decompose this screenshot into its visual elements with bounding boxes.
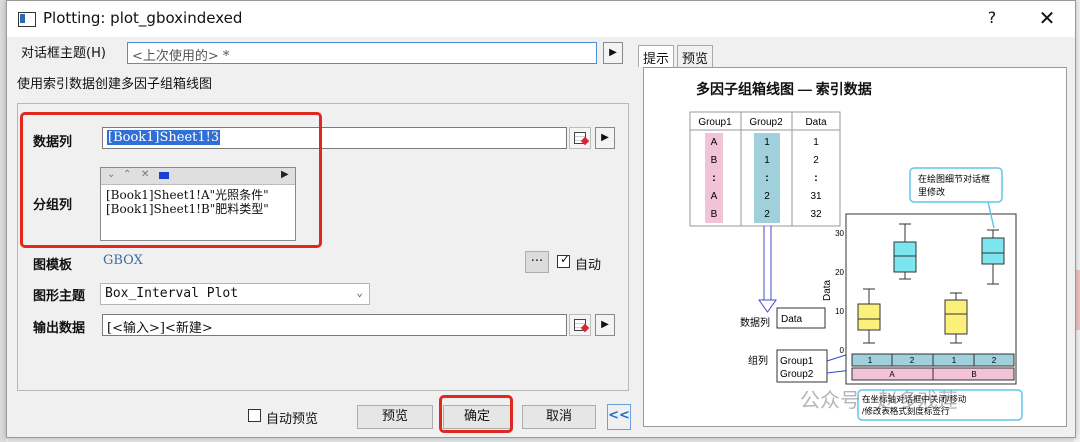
graph-theme-label: 图形主题: [33, 289, 86, 304]
title-bar: Plotting: plot_gboxindexed ? ✕: [7, 1, 1075, 37]
close-button[interactable]: ✕: [1035, 6, 1059, 30]
table-cell: 1: [764, 155, 770, 166]
table-header: Group2: [749, 117, 783, 128]
template-more-button[interactable]: ···: [525, 251, 549, 273]
collapse-button[interactable]: <<: [607, 404, 631, 430]
theme-menu-button[interactable]: ▶: [603, 42, 623, 64]
window-title: Plotting: plot_gboxindexed: [43, 9, 243, 27]
table-cell: B: [711, 209, 718, 220]
callout-top-text: 在绘图细节对话框: [918, 173, 990, 184]
mini-box-chart: Data 30 20 10 0 1 2 1 2 A B: [822, 213, 1017, 385]
cancel-button[interactable]: 取消: [522, 405, 596, 429]
x-label-1: 2: [992, 356, 997, 365]
data-col-picker-icon[interactable]: [569, 127, 591, 149]
table-cell: B: [711, 155, 718, 166]
table-cell: :: [712, 172, 716, 184]
hint-label-group: 组列: [748, 354, 768, 367]
hint-label-data: 数据列: [740, 316, 770, 329]
output-menu-button[interactable]: ▶: [595, 314, 615, 336]
auto-preview-label: 自动预览: [266, 412, 319, 427]
group-col-label: 分组列: [33, 198, 73, 213]
graph-theme-value: Box_Interval Plot: [105, 286, 239, 301]
table-cell: A: [711, 191, 718, 202]
table-cell: A: [711, 137, 718, 148]
y-axis-title: Data: [822, 279, 833, 301]
chevron-down-icon: ⌄: [356, 286, 363, 299]
ok-button[interactable]: 确定: [443, 405, 511, 429]
y-tick: 10: [835, 307, 844, 316]
table-cell: 1: [813, 137, 819, 148]
hint-diagram: 多因子组箱线图 — 索引数据 Group1 Group2 Data A 1 1 …: [689, 81, 1023, 421]
x-label-2: A: [889, 370, 895, 379]
hint-box-data: Data: [781, 314, 803, 325]
output-input[interactable]: [<输入>]<新建>: [102, 314, 567, 336]
output-label: 输出数据: [33, 321, 86, 336]
y-tick: 30: [835, 229, 844, 238]
arrow-icon: [758, 226, 777, 313]
template-value[interactable]: GBOX: [103, 253, 143, 268]
template-label: 图模板: [33, 258, 73, 273]
x-label-1: 1: [868, 356, 873, 365]
output-picker-icon[interactable]: [569, 314, 591, 336]
tab-hint[interactable]: 提示: [638, 45, 675, 67]
tab-preview[interactable]: 预览: [677, 45, 714, 67]
table-cell: 31: [810, 191, 822, 202]
data-col-input[interactable]: [Book1]Sheet1!3: [102, 127, 567, 149]
table-cell: 32: [810, 209, 822, 220]
table-header: Data: [805, 117, 827, 128]
select-icon[interactable]: [159, 172, 169, 179]
dialog-description: 使用索引数据创建多因子组箱线图: [17, 77, 213, 92]
data-col-menu-button[interactable]: ▶: [595, 127, 615, 149]
table-header: Group1: [698, 117, 732, 128]
x-label-1: 2: [910, 356, 915, 365]
hint-box-group1: Group1: [780, 356, 814, 367]
x-label-2: B: [971, 370, 976, 379]
table-cell: 2: [764, 209, 770, 220]
auto-label: 自动: [575, 258, 602, 273]
table-cell: :: [814, 172, 818, 184]
x-label-1: 1: [952, 356, 957, 365]
watermark: 公众号 · 赵多戏莲: [800, 390, 958, 412]
group-col-list[interactable]: ⌄ ⌃ ✕ ▶ [Book1]Sheet1!A"光照条件" [Book1]She…: [100, 167, 296, 241]
remove-icon[interactable]: ✕: [141, 169, 149, 180]
list-item[interactable]: [Book1]Sheet1!B"肥料类型": [101, 202, 295, 216]
expand-icon[interactable]: ▶: [281, 169, 289, 180]
y-tick: 0: [840, 346, 845, 355]
hint-box-group2: Group2: [780, 369, 814, 380]
hint-panel: 多因子组箱线图 — 索引数据 Group1 Group2 Data A 1 1 …: [643, 67, 1067, 427]
data-col-value: [Book1]Sheet1!3: [107, 130, 221, 145]
theme-field[interactable]: <上次使用的> *: [127, 42, 597, 64]
move-down-icon[interactable]: ⌄: [107, 169, 115, 180]
callout-top-text-2: 里修改: [918, 186, 945, 197]
theme-label: 对话框主题(H): [21, 46, 106, 61]
list-toolbar: ⌄ ⌃ ✕ ▶: [101, 168, 295, 185]
hint-title: 多因子组箱线图 — 索引数据: [696, 81, 872, 97]
preview-button[interactable]: 预览: [357, 405, 433, 429]
sample-table: Group1 Group2 Data A 1 1 B 1 2 : : : A 2…: [689, 111, 841, 227]
help-button[interactable]: ?: [980, 8, 1004, 27]
graph-theme-select[interactable]: Box_Interval Plot ⌄: [100, 283, 370, 305]
plotting-dialog: Plotting: plot_gboxindexed ? ✕ 对话框主题(H) …: [6, 0, 1076, 438]
table-cell: 1: [764, 137, 770, 148]
auto-checkbox[interactable]: ✓: [557, 252, 570, 268]
data-col-label: 数据列: [33, 135, 73, 150]
y-tick: 20: [835, 268, 844, 277]
app-icon: [18, 12, 36, 27]
table-cell: 2: [813, 155, 819, 166]
auto-preview-checkbox[interactable]: [248, 409, 261, 422]
table-cell: 2: [764, 191, 770, 202]
table-cell: :: [765, 172, 769, 184]
list-item[interactable]: [Book1]Sheet1!A"光照条件": [101, 188, 295, 202]
move-up-icon[interactable]: ⌃: [123, 169, 131, 180]
